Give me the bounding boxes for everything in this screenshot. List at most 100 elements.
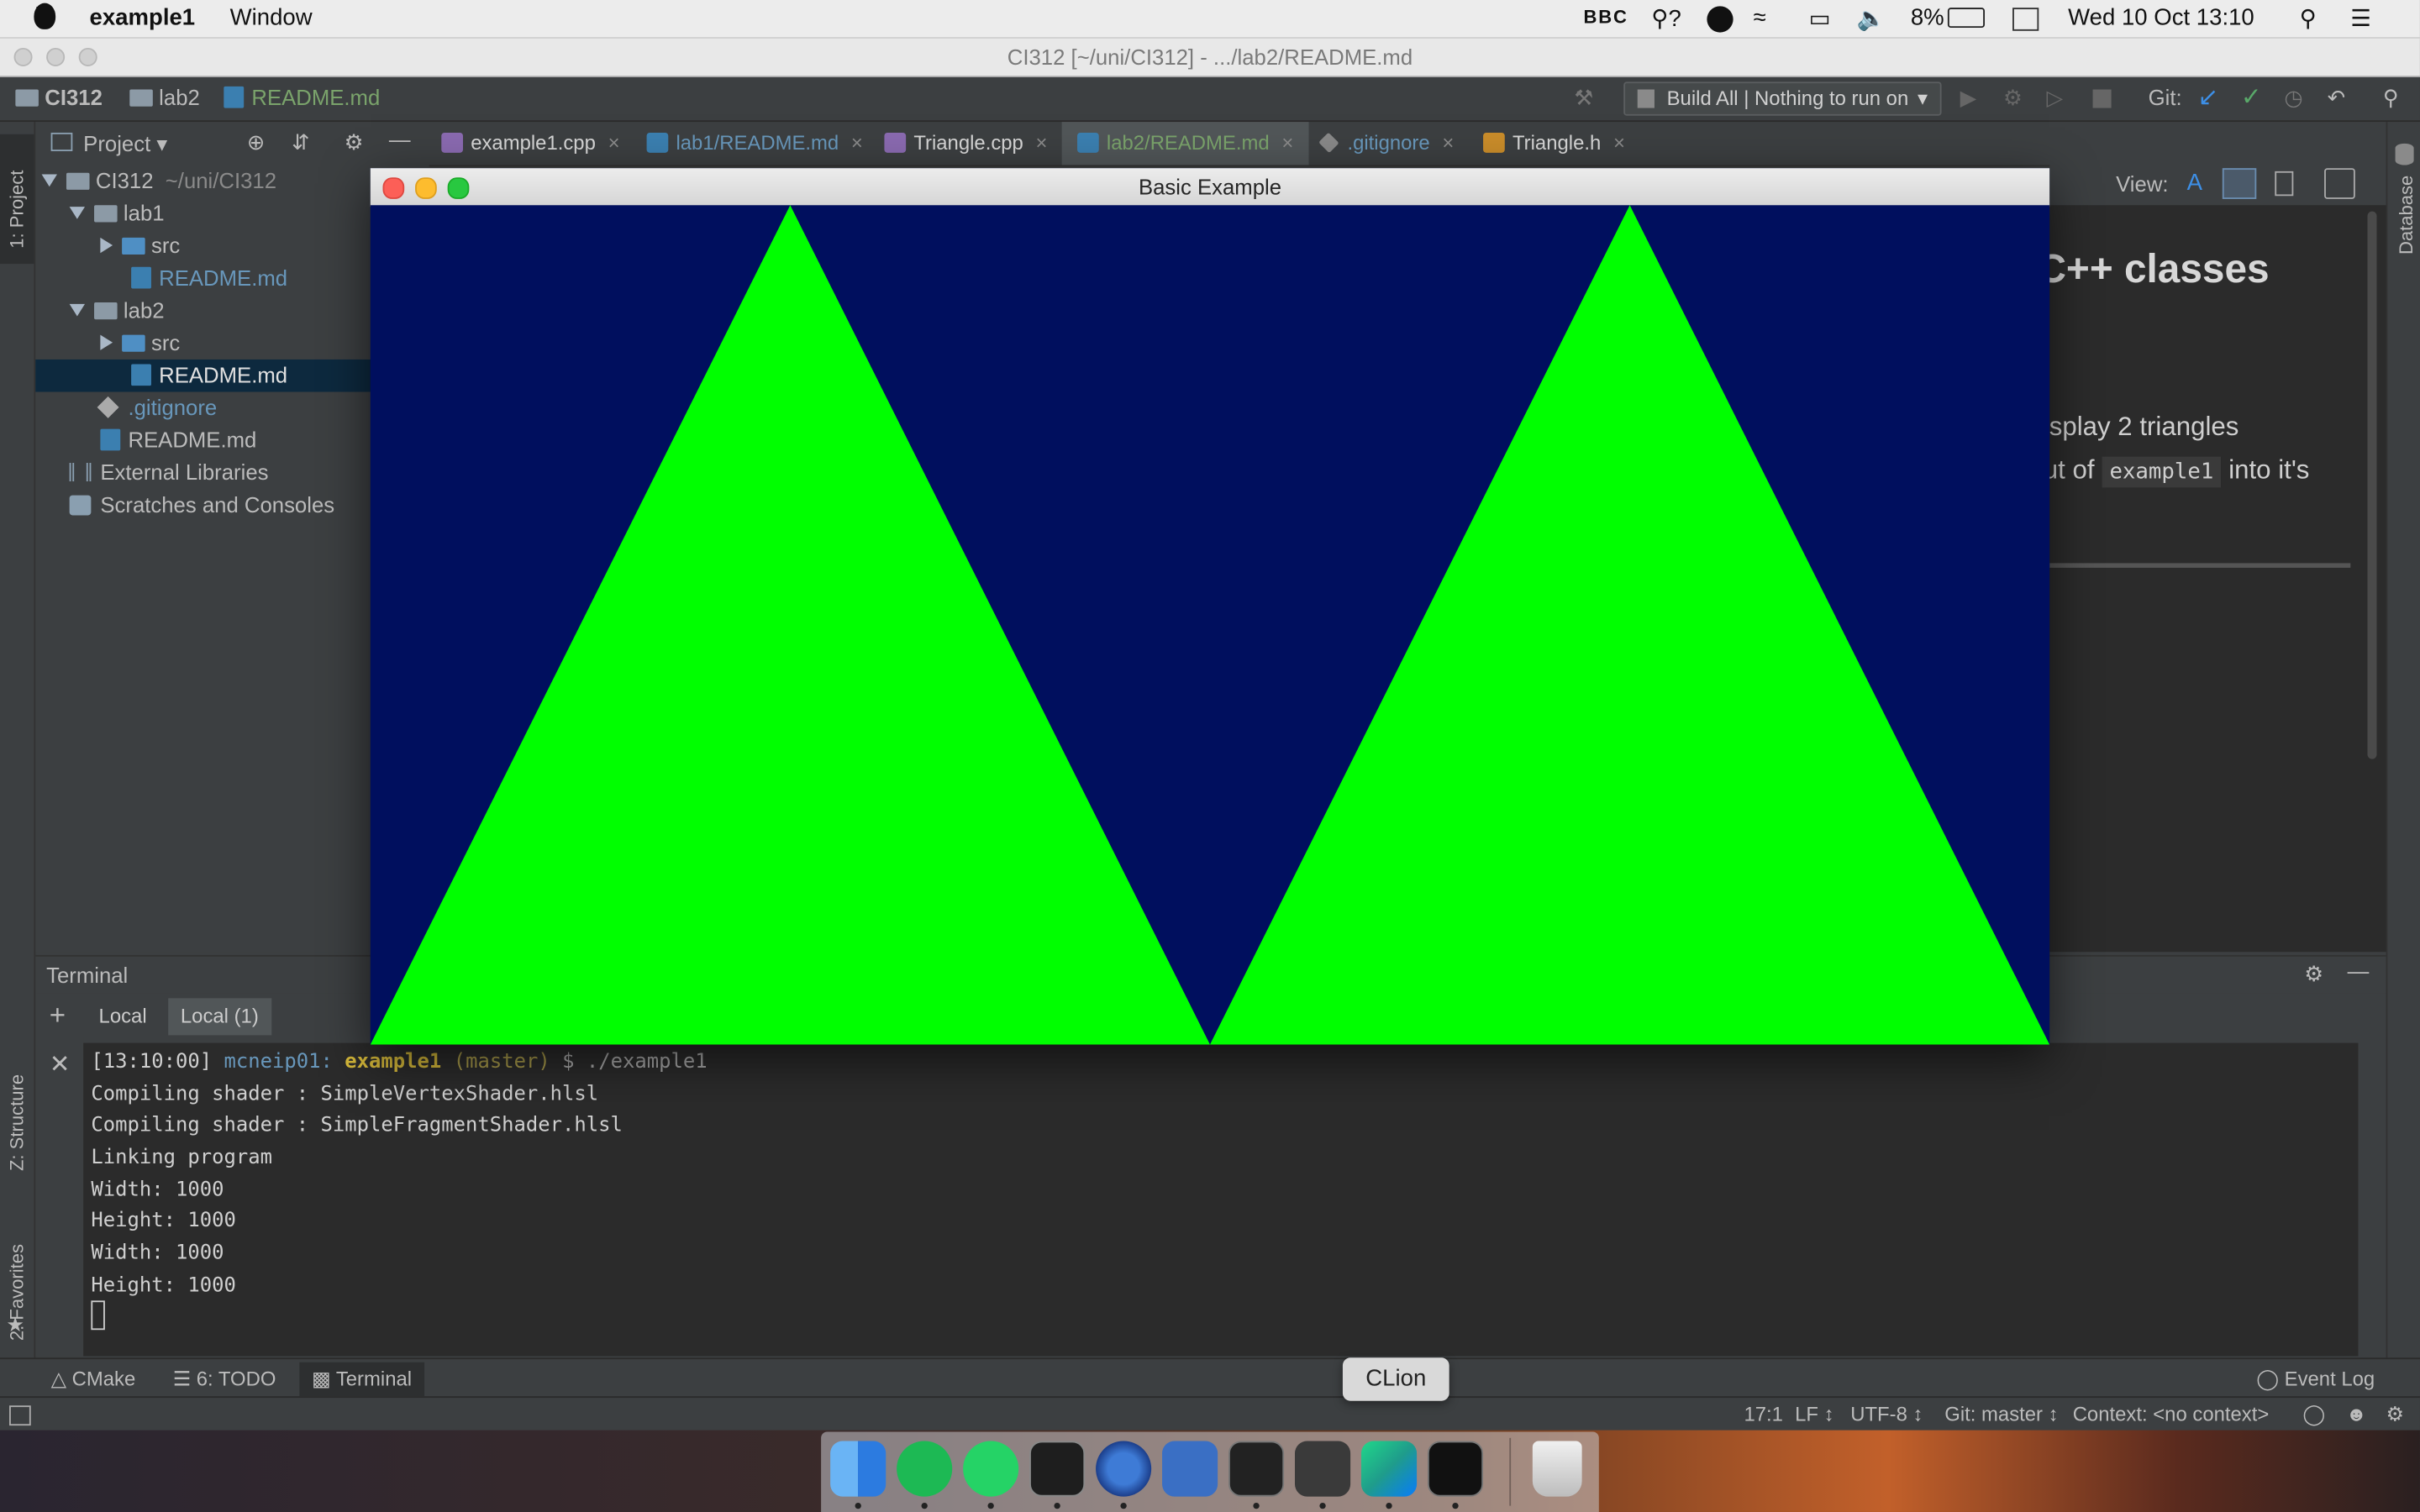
volume-icon[interactable]: 🔈: [1857, 5, 1886, 32]
git-commit-icon[interactable]: ✓: [2241, 81, 2262, 113]
zoom-button[interactable]: [78, 47, 97, 66]
breadcrumb-file[interactable]: README.md: [224, 85, 380, 109]
database-tool-tab[interactable]: Database: [2396, 176, 2417, 255]
airplay-icon[interactable]: ▭: [1809, 5, 1831, 32]
gl-window-title-bar[interactable]: Basic Example: [370, 168, 2050, 207]
structure-tool-tab[interactable]: Z: Structure: [6, 1074, 28, 1171]
close-tab-icon[interactable]: ×: [1036, 131, 1048, 155]
wifi-icon[interactable]: ≈: [1753, 5, 1765, 31]
tree-item-scratches[interactable]: Scratches and Consoles: [35, 489, 402, 522]
scroll-sync-icon[interactable]: [2324, 168, 2355, 199]
terminal-settings-icon[interactable]: ⚙: [2304, 961, 2323, 987]
terminal-output[interactable]: [13:10:00] mcneip01: example1 (master) $…: [83, 1042, 2359, 1357]
apple-logo-icon[interactable]: [34, 3, 56, 29]
bbc-icon[interactable]: BBC: [1583, 6, 1628, 28]
tree-item-external-libraries[interactable]: External Libraries: [35, 457, 402, 490]
tree-item-lab1[interactable]: lab1: [35, 197, 402, 230]
tab-triangle-h[interactable]: Triangle.h ×: [1483, 122, 1625, 165]
tab-example1-cpp[interactable]: example1.cpp ×: [441, 122, 620, 165]
locate-file-icon[interactable]: ⊕: [247, 129, 266, 155]
editor-only-icon[interactable]: A: [2187, 170, 2202, 196]
lock-icon[interactable]: ◯: [2302, 1403, 2325, 1427]
clion-icon[interactable]: [1360, 1441, 1418, 1497]
battery-percent[interactable]: 8%: [1911, 5, 1944, 31]
terminal-tool-tab[interactable]: ▩ Terminal: [299, 1362, 424, 1397]
close-tab-icon[interactable]: ×: [851, 131, 863, 155]
git-branch[interactable]: Git: master ↕: [1944, 1403, 2058, 1426]
event-log-tool-tab[interactable]: ◯ Event Log: [2256, 1367, 2375, 1391]
context-selector[interactable]: Context: <no context>: [2073, 1403, 2270, 1426]
hide-panel-icon[interactable]: —: [389, 127, 411, 151]
tab-lab2-readme[interactable]: lab2/README.md ×: [1061, 122, 1309, 165]
close-tab-icon[interactable]: ×: [608, 131, 620, 155]
close-tab-icon[interactable]: ×: [1613, 131, 1625, 155]
spotify-icon[interactable]: [897, 1441, 953, 1497]
split-view-icon[interactable]: [2222, 168, 2257, 199]
preview-scrollbar[interactable]: [2367, 211, 2377, 759]
breadcrumb-root[interactable]: CI312: [15, 85, 103, 109]
stop-icon[interactable]: [2092, 89, 2112, 108]
line-separator[interactable]: LF ↕: [1795, 1403, 1833, 1426]
file-encoding[interactable]: UTF-8 ↕: [1850, 1403, 1923, 1426]
exec-icon[interactable]: [1427, 1441, 1484, 1497]
zoom-button[interactable]: [447, 177, 470, 199]
breadcrumb-folder[interactable]: lab2: [129, 85, 200, 109]
notification-center-icon[interactable]: ☰: [2350, 5, 2371, 32]
terminal-hide-icon[interactable]: —: [2348, 958, 2370, 983]
tab-triangle-cpp[interactable]: Triangle.cpp ×: [884, 122, 1047, 165]
finder-icon[interactable]: [830, 1441, 886, 1497]
new-session-icon[interactable]: +: [50, 1000, 66, 1032]
terminal-app-icon[interactable]: [1029, 1441, 1086, 1497]
prompt-user: mcneip01:: [224, 1050, 333, 1074]
build-hammer-icon[interactable]: ⚒: [1574, 85, 1593, 111]
firefox-icon[interactable]: [1096, 1441, 1152, 1497]
gear-icon[interactable]: ⚙: [345, 129, 364, 155]
close-button[interactable]: [382, 177, 405, 199]
menu-window[interactable]: Window: [230, 5, 313, 31]
tree-item-lab2[interactable]: lab2: [35, 295, 402, 328]
todo-tool-tab[interactable]: ☰ 6: TODO: [173, 1367, 276, 1391]
revert-icon[interactable]: ↶: [2328, 85, 2346, 111]
basic-example-window[interactable]: Basic Example: [370, 168, 2050, 1045]
terminal-tab-local-1[interactable]: Local (1): [168, 998, 271, 1036]
run-coverage-icon[interactable]: ▷: [2046, 85, 2063, 111]
keychain-icon[interactable]: ⚲?: [1651, 5, 1681, 32]
tab-lab1-readme[interactable]: lab1/README.md ×: [646, 122, 863, 165]
inspector-icon[interactable]: ☻: [2346, 1403, 2367, 1426]
close-tab-icon[interactable]: ×: [1281, 131, 1293, 155]
close-session-icon[interactable]: ✕: [50, 1049, 71, 1080]
debug-icon[interactable]: ⚙: [2003, 85, 2023, 111]
minimize-button[interactable]: [46, 47, 66, 66]
spotify-tray-icon[interactable]: [1707, 6, 1733, 33]
run-configuration-select[interactable]: Build All | Nothing to run on ▾: [1623, 81, 1942, 116]
project-view-select[interactable]: Project ▾: [83, 131, 167, 157]
menu-app-name[interactable]: example1: [90, 5, 196, 31]
terminal-tab-local[interactable]: Local: [85, 998, 160, 1035]
toggle-tool-windows-icon[interactable]: [9, 1405, 31, 1426]
cmake-tool-tab[interactable]: △ CMake: [51, 1367, 136, 1391]
search-everywhere-icon[interactable]: ⚲: [2383, 85, 2399, 111]
running-indicator: [1120, 1502, 1127, 1509]
collapse-all-icon[interactable]: ⇵: [292, 129, 310, 155]
whatsapp-icon[interactable]: [963, 1441, 1019, 1497]
calendar-icon[interactable]: [2012, 8, 2039, 31]
activity-monitor-icon[interactable]: [1228, 1441, 1285, 1497]
run-icon[interactable]: ▶: [1960, 85, 1977, 111]
project-tool-tab[interactable]: 1: Project: [0, 134, 34, 265]
battery-icon[interactable]: [1947, 8, 1985, 29]
spotlight-search-icon[interactable]: ⚲: [2300, 5, 2317, 32]
tree-item-ci312[interactable]: CI312 ~/uni/CI312: [35, 165, 375, 198]
close-button[interactable]: [13, 47, 33, 66]
close-tab-icon[interactable]: ×: [1442, 131, 1454, 155]
trash-icon[interactable]: [1532, 1441, 1582, 1497]
git-update-icon[interactable]: ↙: [2197, 81, 2218, 113]
word-icon[interactable]: [1162, 1441, 1218, 1497]
tab-gitignore[interactable]: .gitignore ×: [1318, 122, 1454, 165]
minimize-button[interactable]: [415, 177, 437, 199]
git-history-icon[interactable]: ◷: [2284, 85, 2302, 111]
preview-only-icon[interactable]: [2275, 171, 2294, 197]
clock[interactable]: Wed 10 Oct 13:10: [2068, 5, 2254, 31]
sublime-text-icon[interactable]: [1294, 1441, 1351, 1497]
cursor-position[interactable]: 17:1: [1744, 1403, 1782, 1426]
memory-indicator-icon[interactable]: ⚙: [2386, 1403, 2404, 1427]
